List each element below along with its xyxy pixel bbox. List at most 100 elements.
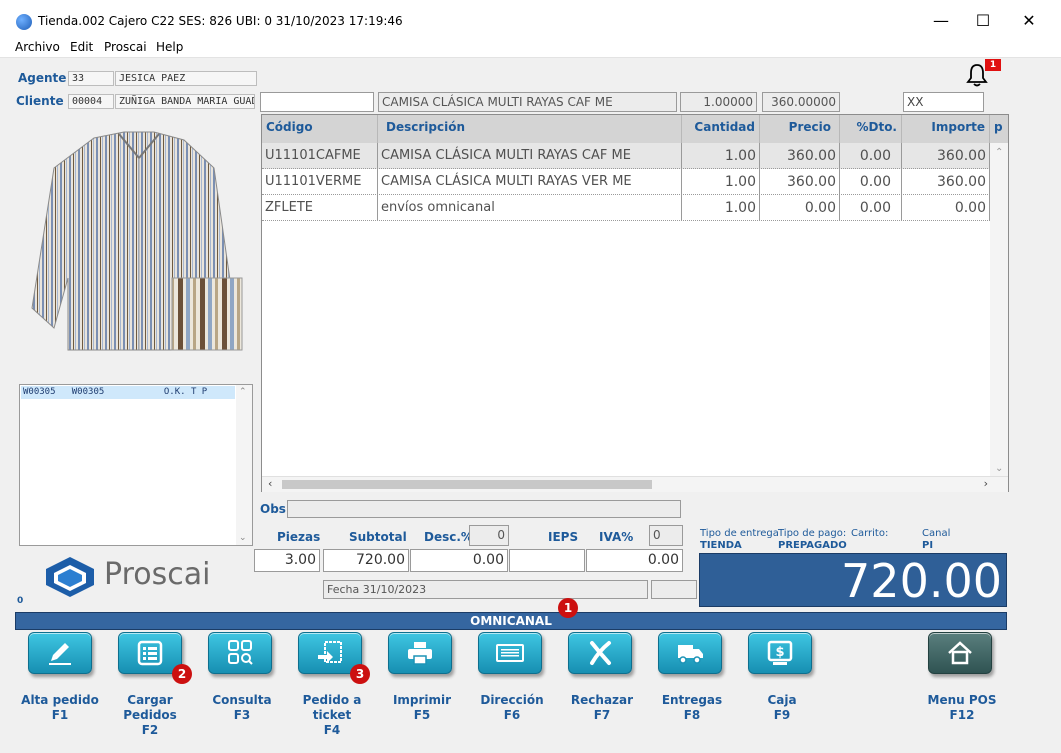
- cell-codigo: U11101VERME: [262, 169, 378, 195]
- iva-pct-field[interactable]: 0: [649, 525, 683, 546]
- canal-label: Canal: [922, 528, 951, 539]
- grid-vertical-scrollbar[interactable]: ⌃ ⌄: [990, 143, 1008, 476]
- cell-importe: 0.00: [902, 195, 990, 221]
- order-listbox[interactable]: W00305 W00305 O.K. T P ⌃ ⌄: [19, 384, 253, 546]
- col-precio[interactable]: Precio: [760, 115, 840, 143]
- desc-label: Desc.%: [424, 530, 473, 544]
- search-grid-icon: [228, 640, 253, 665]
- printer-icon: [408, 642, 432, 665]
- cell-codigo: ZFLETE: [262, 195, 378, 221]
- obs-label: Obs: [260, 502, 286, 516]
- listbox-scrollbar[interactable]: ⌃ ⌄: [236, 385, 252, 545]
- entregas-button[interactable]: [658, 632, 722, 674]
- pencil-icon: [49, 643, 71, 665]
- col-descripcion[interactable]: Descripción: [378, 115, 682, 143]
- col-importe[interactable]: Importe: [902, 115, 990, 143]
- badge-pedido-a-ticket: 3: [350, 664, 370, 684]
- obs-field[interactable]: [287, 500, 681, 518]
- col-cantidad[interactable]: Cantidad: [682, 115, 760, 143]
- cell-importe: 360.00: [902, 169, 990, 195]
- app-globe-icon: [16, 14, 32, 30]
- cell-precio: 0.00: [760, 195, 840, 221]
- menu-pos-label: Menu POS F12: [927, 693, 997, 722]
- omnicanal-band: OMNICANAL: [15, 612, 1007, 630]
- menu-archivo[interactable]: Archivo: [15, 40, 60, 54]
- fecha-field: Fecha 31/10/2023: [323, 580, 648, 599]
- product-code-input[interactable]: [260, 92, 374, 112]
- close-button[interactable]: ✕: [1006, 8, 1052, 34]
- address-card-icon: [496, 644, 524, 662]
- agente-label: Agente: [18, 71, 67, 85]
- maximize-button[interactable]: ☐: [960, 8, 1006, 34]
- scroll-right-icon[interactable]: ›: [984, 477, 988, 490]
- caja-label: Caja F9: [767, 693, 797, 722]
- status-counter: 0: [17, 596, 24, 606]
- cell-dto: 0.00: [840, 143, 902, 169]
- iva-value: 0.00: [586, 549, 683, 572]
- tipo-entrega-value: TIENDA: [700, 540, 742, 551]
- tipo-pago-value: PREPAGADO: [778, 540, 847, 551]
- fecha-extra-field: [651, 580, 697, 599]
- tipo-entrega-label: Tipo de entrega: [700, 528, 779, 539]
- scroll-down-icon[interactable]: ⌄: [239, 533, 247, 543]
- ticket-transfer-icon: [318, 641, 342, 663]
- cargar-pedidos-label: Cargar Pedidos F2: [123, 693, 177, 737]
- alta-pedido-button[interactable]: [28, 632, 92, 674]
- cliente-code-field[interactable]: 00004: [68, 94, 114, 109]
- entry-price-field[interactable]: 360.00000: [762, 92, 840, 112]
- cargar-pedidos-button[interactable]: [118, 632, 182, 674]
- cell-precio: 360.00: [760, 143, 840, 169]
- scroll-up-icon[interactable]: ⌃: [239, 387, 247, 397]
- scroll-up-icon[interactable]: ⌃: [995, 147, 1003, 158]
- proscai-logo-text: Proscai: [104, 557, 211, 592]
- desc-pct-field[interactable]: 0: [469, 525, 509, 546]
- grid-horizontal-scrollbar[interactable]: ‹ ›: [262, 476, 1008, 492]
- ieps-value: [509, 549, 585, 572]
- product-description-field: CAMISA CLÁSICA MULTI RAYAS CAF ME: [378, 92, 677, 112]
- delivery-truck-icon: [678, 645, 703, 664]
- entry-extra-field[interactable]: XX: [903, 92, 984, 112]
- table-row[interactable]: U11101CAFME CAMISA CLÁSICA MULTI RAYAS C…: [262, 143, 992, 169]
- direccion-button[interactable]: [478, 632, 542, 674]
- table-row[interactable]: ZFLETE envíos omnicanal 1.00 0.00 0.00 0…: [262, 195, 992, 221]
- cash-register-icon: $: [767, 640, 793, 665]
- ieps-label: IEPS: [548, 530, 579, 544]
- cell-descripcion: CAMISA CLÁSICA MULTI RAYAS VER ME: [378, 169, 682, 195]
- list-item[interactable]: W00305 W00305 O.K. T P: [21, 386, 235, 399]
- canal-value: PI: [922, 540, 934, 551]
- table-row[interactable]: U11101VERME CAMISA CLÁSICA MULTI RAYAS V…: [262, 169, 992, 195]
- menu-edit[interactable]: Edit: [70, 40, 93, 54]
- scroll-left-icon[interactable]: ‹: [268, 477, 272, 490]
- list-icon: [137, 640, 163, 666]
- desc-value: 0.00: [410, 549, 508, 572]
- rechazar-button[interactable]: [568, 632, 632, 674]
- cell-cantidad: 1.00: [682, 195, 760, 221]
- proscai-logo: Proscai: [40, 555, 230, 599]
- menu-proscai[interactable]: Proscai: [104, 40, 147, 54]
- col-p[interactable]: p: [990, 115, 1008, 143]
- cell-descripcion: CAMISA CLÁSICA MULTI RAYAS CAF ME: [378, 143, 682, 169]
- cell-cantidad: 1.00: [682, 169, 760, 195]
- consulta-button[interactable]: [208, 632, 272, 674]
- minimize-button[interactable]: —: [918, 8, 964, 34]
- col-codigo[interactable]: Código: [262, 115, 378, 143]
- menu-pos-button[interactable]: [928, 632, 992, 674]
- menu-help[interactable]: Help: [156, 40, 183, 54]
- imprimir-button[interactable]: [388, 632, 452, 674]
- scroll-thumb[interactable]: [282, 480, 652, 489]
- notification-count: 1: [985, 59, 1001, 71]
- col-dto[interactable]: %Dto.: [840, 115, 902, 143]
- entry-quantity-field[interactable]: 1.00000: [680, 92, 757, 112]
- agente-code-field[interactable]: 33: [68, 71, 114, 86]
- reject-x-icon: [590, 641, 611, 665]
- svg-text:$: $: [775, 645, 784, 660]
- piezas-label: Piezas: [277, 530, 321, 544]
- caja-button[interactable]: $: [748, 632, 812, 674]
- entregas-label: Entregas F8: [661, 693, 723, 722]
- scroll-down-icon[interactable]: ⌄: [995, 463, 1003, 474]
- cliente-label: Cliente: [16, 94, 64, 108]
- product-photo: [24, 128, 244, 358]
- cell-cantidad: 1.00: [682, 143, 760, 169]
- pedido-a-ticket-label: Pedido a ticket F4: [302, 693, 362, 737]
- imprimir-label: Imprimir F5: [392, 693, 452, 722]
